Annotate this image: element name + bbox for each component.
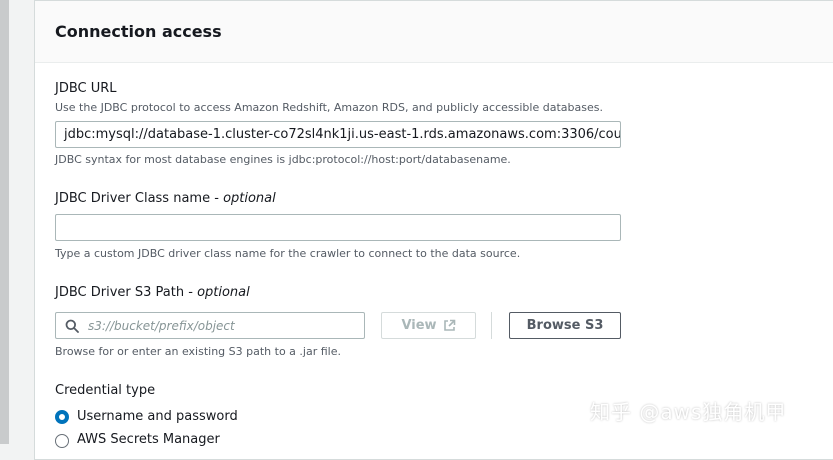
driver-class-optional: optional <box>223 191 276 206</box>
left-scroll-rail <box>0 0 9 444</box>
driver-s3-optional: optional <box>197 285 250 300</box>
driver-class-hint: Type a custom JDBC driver class name for… <box>55 247 521 260</box>
external-link-icon <box>443 319 455 331</box>
jdbc-url-description: Use the JDBC protocol to access Amazon R… <box>55 101 603 114</box>
view-button[interactable]: View <box>381 312 476 339</box>
watermark-text: 知乎 @aws独角机甲 <box>590 400 787 424</box>
jdbc-url-hint: JDBC syntax for most database engines is… <box>55 153 511 166</box>
browse-s3-button[interactable]: Browse S3 <box>509 312 621 339</box>
driver-class-label-text: JDBC Driver Class name <box>55 191 211 206</box>
driver-s3-input[interactable]: s3://bucket/prefix/object <box>55 312 365 339</box>
radio-secrets-manager[interactable] <box>55 434 69 448</box>
driver-s3-label-text: JDBC Driver S3 Path <box>55 285 185 300</box>
driver-s3-hint: Browse for or enter an existing S3 path … <box>55 345 341 358</box>
search-icon <box>65 319 79 333</box>
jdbc-url-input[interactable]: jdbc:mysql://database-1.cluster-co72sl4n… <box>55 121 621 148</box>
left-gutter <box>9 0 34 444</box>
radio-username-password[interactable] <box>55 410 69 424</box>
connection-access-panel: Connection access JDBC URL Use the JDBC … <box>34 0 833 460</box>
credential-type-label: Credential type <box>55 383 156 398</box>
driver-s3-placeholder: s3://bucket/prefix/object <box>88 319 235 333</box>
jdbc-url-label: JDBC URL <box>55 81 117 96</box>
view-button-label: View <box>401 318 437 333</box>
panel-header: Connection access <box>35 1 833 63</box>
panel-title: Connection access <box>55 22 222 41</box>
driver-class-input[interactable] <box>55 214 621 241</box>
driver-s3-label: JDBC Driver S3 Path - optional <box>55 285 250 300</box>
radio-username-password-label[interactable]: Username and password <box>77 409 238 424</box>
driver-class-label: JDBC Driver Class name - optional <box>55 191 276 206</box>
button-divider <box>491 312 492 339</box>
radio-secrets-manager-label[interactable]: AWS Secrets Manager <box>77 432 220 447</box>
